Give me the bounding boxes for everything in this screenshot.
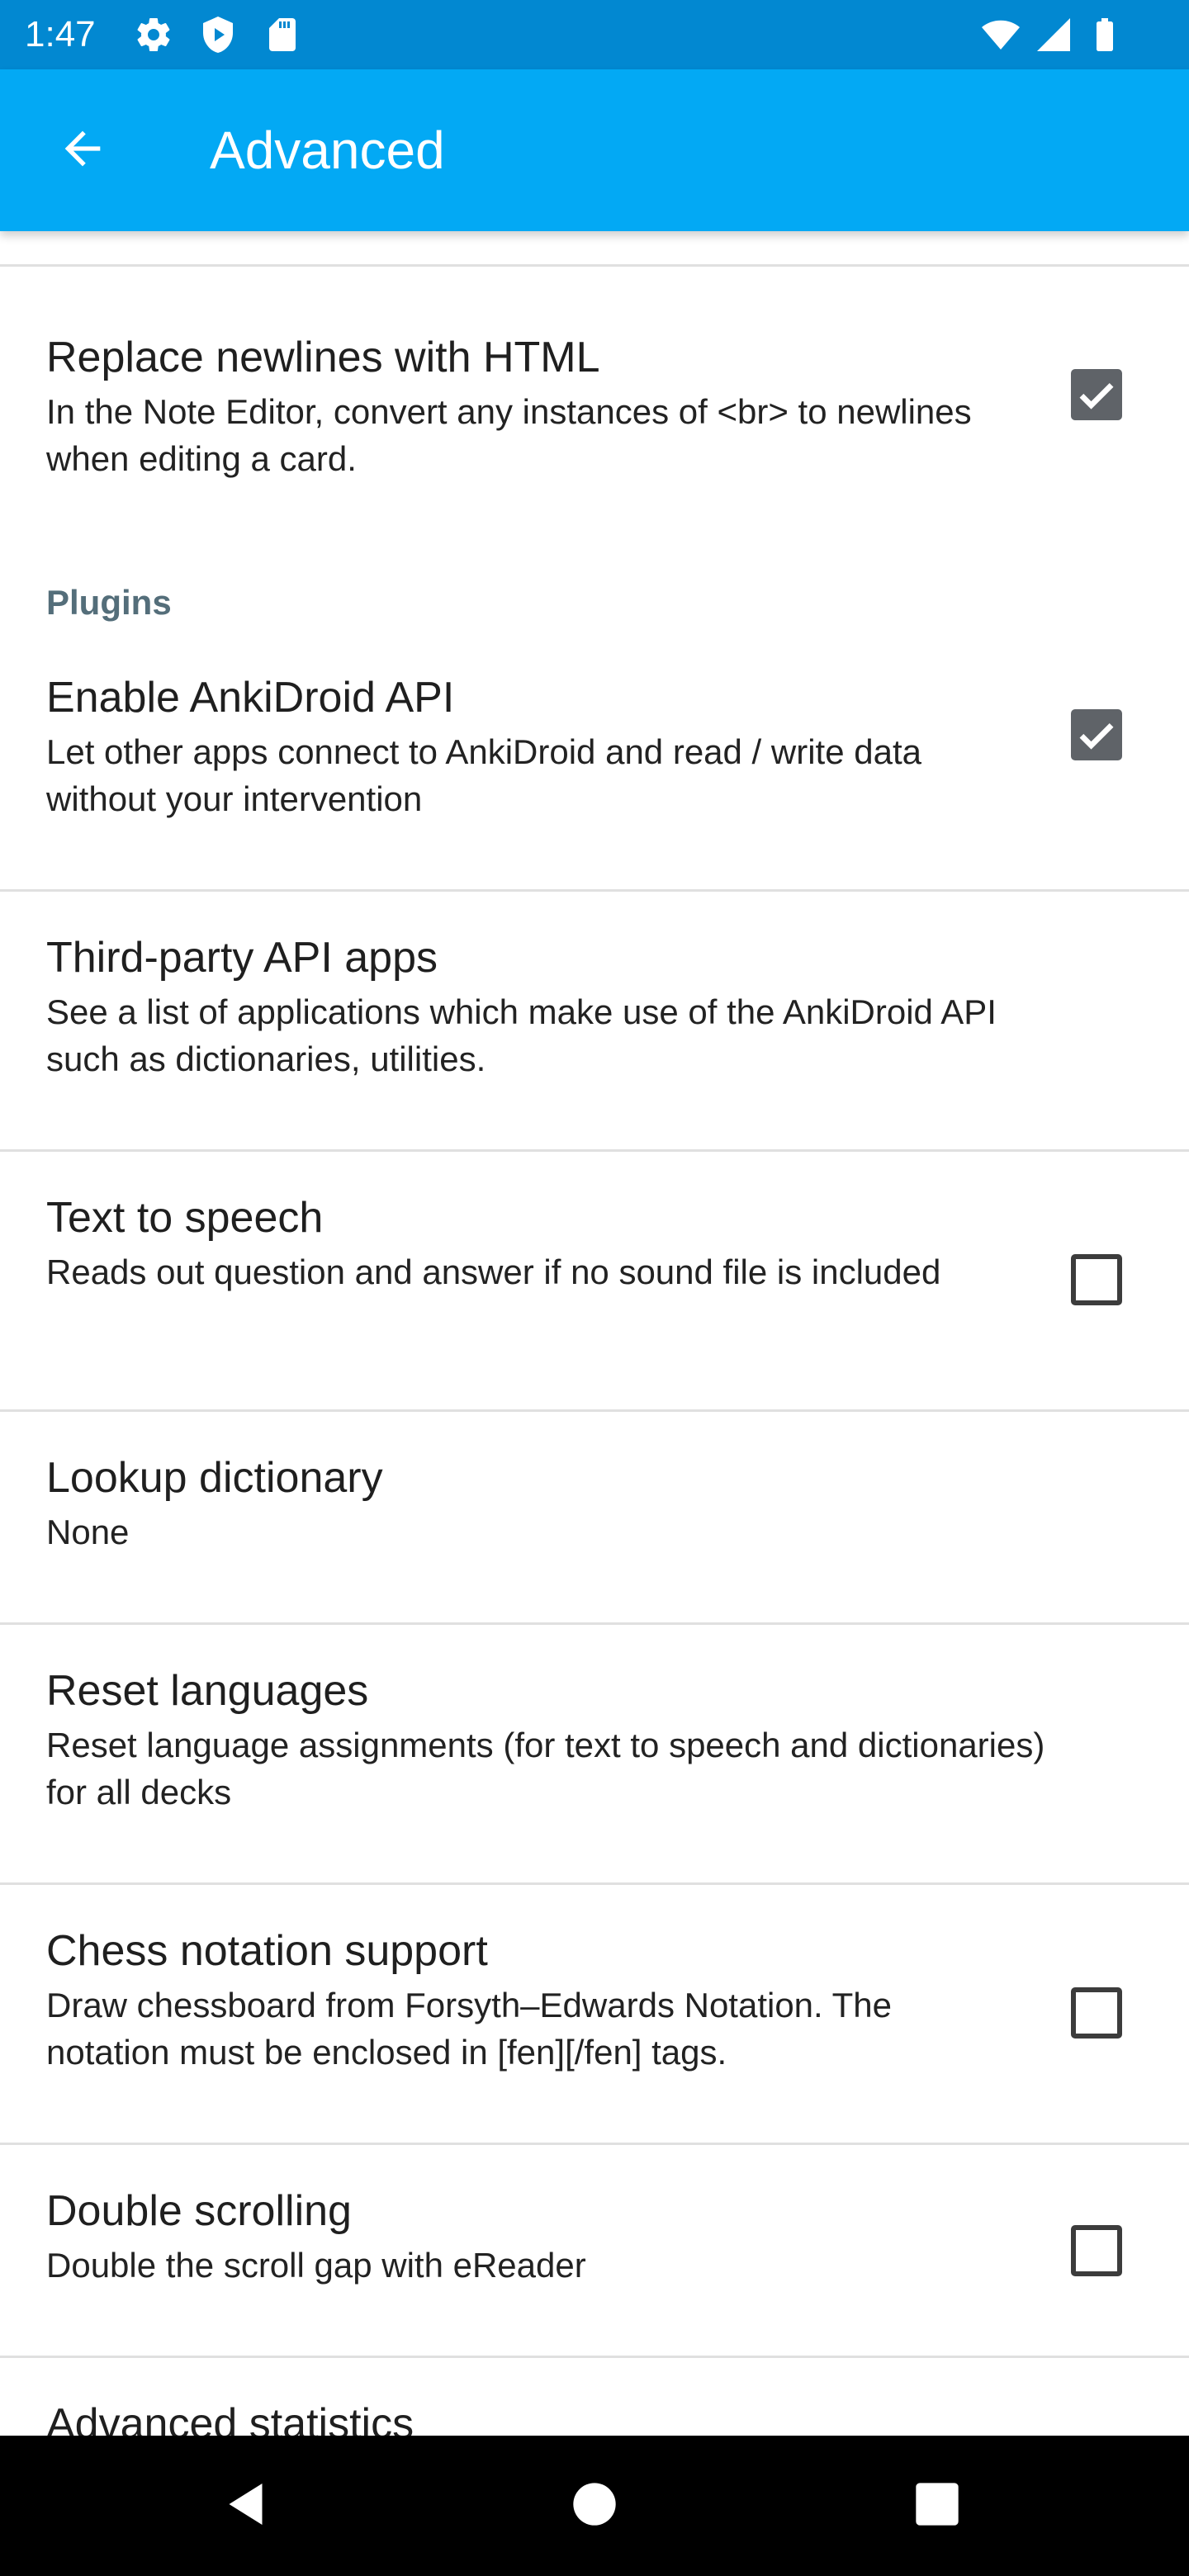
status-time: 1:47 [25, 14, 96, 54]
pref-advanced-statistics[interactable]: Advanced statistics [0, 2358, 1189, 2436]
sd-card-icon [263, 15, 302, 54]
pref-title: Replace newlines with HTML [46, 334, 600, 381]
pref-lookup-dictionary[interactable]: Lookup dictionary None [0, 1412, 1189, 1623]
pref-chess-notation[interactable]: Chess notation support Draw chessboard f… [0, 1885, 1189, 2143]
enable-api-checkbox[interactable] [1071, 709, 1122, 760]
pref-replace-newlines[interactable]: Replace newlines with HTML In the Note E… [0, 267, 1189, 729]
gear-icon [134, 15, 173, 54]
pref-summary: Reset language assignments (for text to … [46, 1726, 1045, 1811]
pref-title: Advanced statistics [46, 2400, 414, 2436]
back-triangle-icon [223, 2479, 272, 2533]
back-button[interactable] [41, 109, 124, 192]
preference-list[interactable]: Replace newlines with HTML In the Note E… [0, 231, 1189, 2436]
pref-title: Text to speech [46, 1194, 324, 1242]
shield-icon [198, 15, 238, 54]
text-to-speech-checkbox[interactable] [1071, 1254, 1122, 1305]
pref-summary: Draw chessboard from Forsyth–Edwards Not… [46, 1986, 892, 2072]
pref-text-to-speech[interactable]: Text to speech Reads out question and an… [0, 1152, 1189, 1409]
chess-notation-checkbox[interactable] [1071, 1987, 1122, 2039]
app-bar: Advanced [0, 69, 1189, 231]
pref-reset-languages[interactable]: Reset languages Reset language assignmen… [0, 1625, 1189, 1882]
pref-summary: See a list of applications which make us… [46, 992, 997, 1078]
page-title: Advanced [210, 121, 445, 180]
replace-newlines-checkbox[interactable] [1071, 369, 1122, 420]
arrow-back-icon [56, 122, 109, 179]
pref-title: Third-party API apps [46, 934, 438, 982]
signal-icon [1034, 15, 1073, 54]
wifi-icon [981, 15, 1021, 54]
pref-double-scrolling[interactable]: Double scrolling Double the scroll gap w… [0, 2145, 1189, 2356]
status-bar: 1:47 [0, 0, 1189, 69]
battery-icon [1085, 15, 1125, 54]
pref-title: Lookup dictionary [46, 1454, 383, 1502]
double-scrolling-checkbox[interactable] [1071, 2225, 1122, 2276]
pref-title: Double scrolling [46, 2187, 352, 2235]
nav-home-button[interactable] [553, 2465, 636, 2547]
navigation-bar [0, 2436, 1189, 2576]
pref-enable-api[interactable]: Enable AnkiDroid API Let other apps conn… [0, 661, 1189, 871]
category-plugins: Plugins [46, 583, 172, 622]
pref-third-party-apps[interactable]: Third-party API apps See a list of appli… [0, 892, 1189, 1149]
recents-square-icon [914, 2481, 960, 2531]
home-circle-icon [571, 2481, 618, 2531]
pref-title: Enable AnkiDroid API [46, 674, 455, 722]
pref-summary: None [46, 1513, 130, 1551]
nav-back-button[interactable] [206, 2465, 289, 2547]
pref-title: Reset languages [46, 1667, 369, 1715]
nav-recents-button[interactable] [896, 2465, 978, 2547]
pref-title: Chess notation support [46, 1927, 488, 1975]
pref-summary: Double the scroll gap with eReader [46, 2246, 586, 2285]
pref-summary: Reads out question and answer if no soun… [46, 1252, 941, 1291]
pref-summary: Let other apps connect to AnkiDroid and … [46, 732, 921, 818]
pref-summary: In the Note Editor, convert any instance… [46, 392, 972, 478]
